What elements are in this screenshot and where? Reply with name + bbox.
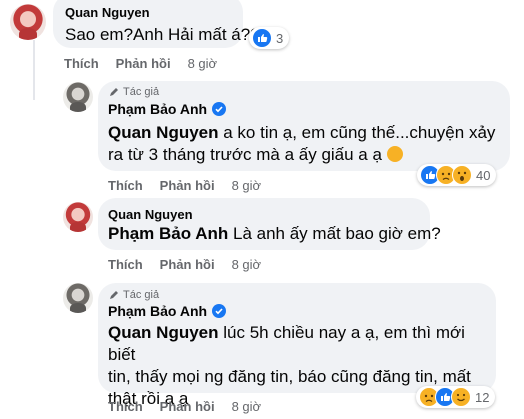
like-link[interactable]: Thích: [108, 399, 143, 414]
mention-tag[interactable]: Quan Nguyen: [108, 323, 219, 342]
avatar[interactable]: [10, 4, 46, 40]
comment-author[interactable]: Quan Nguyen: [65, 5, 150, 20]
care-reaction-icon: [451, 387, 471, 407]
mention-tag[interactable]: Phạm Bảo Anh: [108, 224, 228, 243]
reply-link[interactable]: Phản hồi: [160, 178, 215, 193]
like-link[interactable]: Thích: [64, 56, 99, 71]
comment-text: Phạm Bảo Anh Là anh ấy mất bao giờ em?: [108, 224, 441, 243]
comment-text: Sao em?Anh Hải mất á??: [65, 25, 260, 44]
reaction-count: 40: [476, 167, 491, 183]
reply-link[interactable]: Phản hồi: [160, 257, 215, 272]
reply-link[interactable]: Phản hồi: [116, 56, 171, 71]
thread-line: [33, 40, 35, 100]
timestamp[interactable]: 8 giờ: [232, 178, 262, 193]
timestamp[interactable]: 8 giờ: [188, 56, 218, 71]
comment-text: Quan Nguyen a ko tin ạ, em cũng thế...ch…: [108, 123, 496, 164]
comment-author[interactable]: Phạm Bảo Anh: [108, 101, 227, 117]
avatar[interactable]: [63, 283, 93, 313]
like-link[interactable]: Thích: [108, 178, 143, 193]
timestamp[interactable]: 8 giờ: [232, 257, 262, 272]
like-link[interactable]: Thích: [108, 257, 143, 272]
mention-tag[interactable]: Quan Nguyen: [108, 123, 219, 142]
wow-reaction-icon: [452, 165, 472, 185]
verified-badge-icon: [212, 102, 227, 116]
sad-face-icon: [386, 146, 403, 162]
comment-actions: Thích Phản hồi 8 giờ: [108, 257, 261, 272]
reaction-count: 3: [276, 30, 284, 46]
reaction-summary[interactable]: 12: [416, 386, 496, 408]
comment-actions: Thích Phản hồi 8 giờ: [108, 178, 261, 193]
comment-author[interactable]: Quan Nguyen: [108, 207, 193, 222]
comment-author[interactable]: Phạm Bảo Anh: [108, 303, 227, 319]
avatar[interactable]: [63, 202, 93, 232]
reply-link[interactable]: Phản hồi: [160, 399, 215, 414]
avatar[interactable]: [63, 82, 93, 112]
reaction-count: 12: [475, 389, 490, 405]
reaction-summary[interactable]: 40: [417, 164, 497, 186]
reaction-summary[interactable]: 3: [249, 27, 290, 49]
pen-icon: [110, 291, 118, 299]
timestamp[interactable]: 8 giờ: [232, 399, 262, 414]
author-badge: Tác giả: [109, 86, 159, 98]
like-icon: [252, 28, 272, 48]
verified-badge-icon: [212, 304, 227, 318]
author-badge: Tác giả: [109, 289, 159, 301]
comment-actions: Thích Phản hồi 8 giờ: [108, 399, 261, 414]
comment-actions: Thích Phản hồi 8 giờ: [64, 56, 217, 71]
pen-icon: [110, 88, 118, 96]
